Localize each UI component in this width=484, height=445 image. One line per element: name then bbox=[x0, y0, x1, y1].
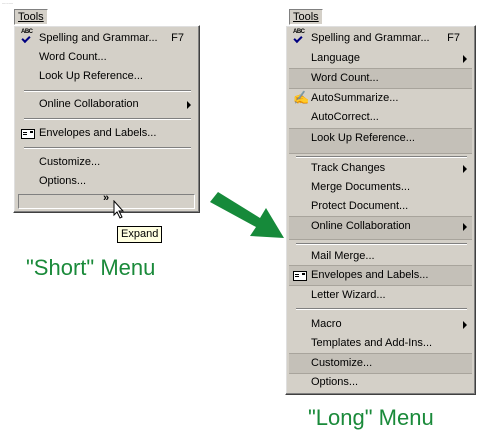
submenu-arrow-icon bbox=[187, 101, 191, 109]
menu-item-shortcut: F7 bbox=[447, 32, 460, 44]
expand-menu-button[interactable]: » bbox=[18, 192, 195, 209]
menu-separator bbox=[296, 243, 467, 245]
menu-item-spelling-grammar[interactable]: ABC Spelling and Grammar... F7 bbox=[17, 29, 196, 48]
menu-item-word-count[interactable]: Word Count... bbox=[17, 48, 196, 67]
menu-item-look-up-reference[interactable]: Look Up Reference... bbox=[17, 67, 196, 86]
long-menu-caption: "Long" Menu bbox=[308, 405, 434, 430]
menu-separator bbox=[24, 90, 191, 92]
menu-item-label: AutoSummarize... bbox=[311, 92, 399, 104]
menu-item-label: Language bbox=[311, 52, 360, 64]
menu-item-label: Options... bbox=[311, 376, 359, 388]
menu-item-label: Online Collaboration bbox=[39, 98, 139, 110]
menu-item-macro[interactable]: Macro bbox=[289, 315, 472, 334]
menu-item-merge-documents[interactable]: Merge Documents... bbox=[289, 178, 472, 197]
menu-item-shortcut: F7 bbox=[171, 32, 184, 44]
submenu-arrow-icon bbox=[463, 223, 467, 231]
menu-item-label: Options... bbox=[39, 175, 87, 187]
menu-item-online-collaboration[interactable]: Online Collaboration bbox=[17, 95, 196, 114]
menu-item-label: Envelopes and Labels... bbox=[311, 269, 429, 281]
tools-menu-title-long[interactable]: Tools bbox=[289, 9, 323, 25]
expand-chevron-icon: » bbox=[103, 192, 110, 204]
spelling-check-icon: ABC bbox=[21, 29, 34, 44]
expand-tooltip: Expand bbox=[117, 226, 163, 243]
short-menu-caption: "Short" Menu bbox=[26, 255, 156, 280]
menu-item-label: Envelopes and Labels... bbox=[39, 127, 157, 139]
submenu-arrow-icon bbox=[463, 165, 467, 173]
menu-separator bbox=[24, 118, 191, 120]
menu-item-options[interactable]: Options... bbox=[289, 373, 472, 392]
submenu-arrow-icon bbox=[463, 55, 467, 63]
menu-item-label: Word Count... bbox=[311, 72, 379, 84]
menu-item-label: AutoCorrect... bbox=[311, 111, 379, 123]
long-tools-menu: ABC Spelling and Grammar... F7 Language … bbox=[285, 25, 476, 395]
green-arrow-icon bbox=[210, 192, 284, 238]
envelope-icon bbox=[21, 129, 35, 139]
menu-item-envelopes-labels[interactable]: Envelopes and Labels... bbox=[289, 265, 472, 286]
mouse-cursor-icon bbox=[113, 200, 125, 219]
menu-item-online-collaboration[interactable]: Online Collaboration bbox=[289, 216, 472, 240]
tools-menu-title-short[interactable]: Tools bbox=[14, 9, 48, 25]
menu-item-customize[interactable]: Customize... bbox=[17, 153, 196, 172]
menu-item-label: Word Count... bbox=[39, 51, 107, 63]
menu-item-label: Letter Wizard... bbox=[311, 289, 386, 301]
menu-item-options[interactable]: Options... bbox=[17, 172, 196, 191]
menu-item-letter-wizard[interactable]: Letter Wizard... bbox=[289, 286, 472, 305]
menu-item-envelopes-labels[interactable]: Envelopes and Labels... bbox=[17, 124, 196, 143]
spelling-check-icon: ABC bbox=[293, 29, 306, 44]
corner-mark: .......... bbox=[2, 0, 14, 5]
menu-item-templates-add-ins[interactable]: Templates and Add-Ins... bbox=[289, 334, 472, 353]
menu-item-label: Templates and Add-Ins... bbox=[311, 337, 433, 349]
autosummarize-icon: ✍ bbox=[293, 90, 310, 105]
menu-item-word-count[interactable]: Word Count... bbox=[289, 68, 472, 89]
menu-item-protect-document[interactable]: Protect Document... bbox=[289, 197, 472, 216]
menu-item-label: Customize... bbox=[39, 156, 101, 168]
menu-separator bbox=[296, 308, 467, 310]
menu-item-label: Protect Document... bbox=[311, 200, 409, 212]
menu-item-label: Spelling and Grammar... bbox=[311, 32, 430, 44]
menu-item-look-up-reference[interactable]: Look Up Reference... bbox=[289, 128, 472, 154]
menu-separator bbox=[24, 147, 191, 149]
menu-item-label: Track Changes bbox=[311, 162, 386, 174]
tools-menu-title-label: Tools bbox=[293, 11, 319, 23]
menu-item-spelling-grammar[interactable]: ABC Spelling and Grammar... F7 bbox=[289, 29, 472, 48]
menu-item-label: Look Up Reference... bbox=[311, 132, 415, 144]
menu-item-label: Mail Merge... bbox=[311, 250, 375, 262]
menu-item-label: Look Up Reference... bbox=[39, 70, 143, 82]
menu-separator bbox=[296, 156, 467, 158]
menu-item-autosummarize[interactable]: ✍ AutoSummarize... bbox=[289, 89, 472, 108]
menu-item-track-changes[interactable]: Track Changes bbox=[289, 159, 472, 178]
menu-item-customize[interactable]: Customize... bbox=[289, 353, 472, 374]
menu-item-mail-merge[interactable]: Mail Merge... bbox=[289, 247, 472, 266]
short-tools-menu: ABC Spelling and Grammar... F7 Word Coun… bbox=[13, 25, 200, 213]
menu-item-label: Macro bbox=[311, 318, 342, 330]
menu-item-label: Spelling and Grammar... bbox=[39, 32, 158, 44]
menu-item-label: Customize... bbox=[311, 357, 373, 369]
menu-item-autocorrect[interactable]: AutoCorrect... bbox=[289, 108, 472, 127]
menu-item-label: Merge Documents... bbox=[311, 181, 411, 193]
envelope-icon bbox=[293, 271, 307, 281]
menu-item-language[interactable]: Language bbox=[289, 49, 472, 68]
tools-menu-title-label: Tools bbox=[18, 11, 44, 23]
menu-item-label: Online Collaboration bbox=[311, 220, 411, 232]
submenu-arrow-icon bbox=[463, 321, 467, 329]
